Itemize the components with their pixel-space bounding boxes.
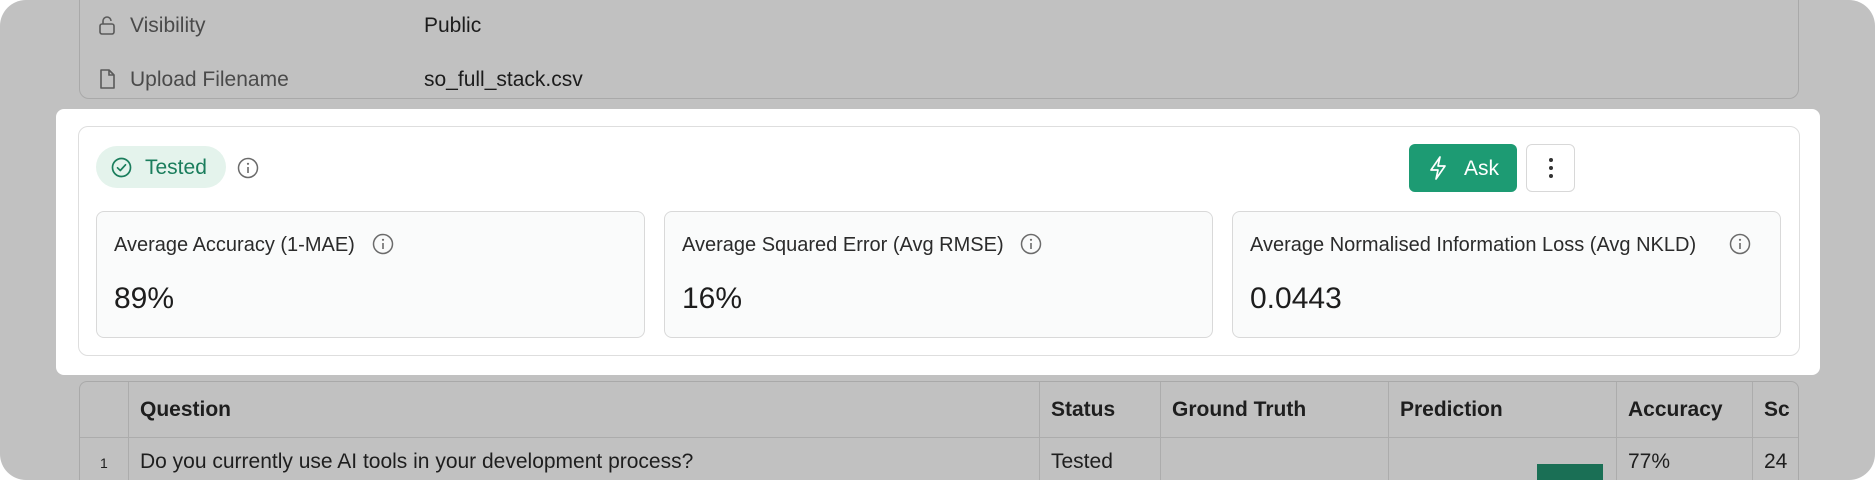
info-icon[interactable] xyxy=(237,157,259,179)
score-text: 24 xyxy=(1764,450,1788,473)
table-header-question[interactable]: Question xyxy=(129,382,1040,438)
column-label: Prediction xyxy=(1400,398,1503,421)
table-header-prediction[interactable]: Prediction xyxy=(1389,382,1617,438)
table-header-ground-truth[interactable]: Ground Truth xyxy=(1161,382,1389,438)
row-index: 1 xyxy=(100,455,108,471)
info-icon[interactable] xyxy=(1729,233,1751,255)
score-cell: 24 xyxy=(1753,438,1798,480)
ground-truth-cell xyxy=(1161,438,1389,480)
metric-value: 89% xyxy=(114,282,175,315)
table-header-status[interactable]: Status xyxy=(1040,382,1161,438)
prediction-cell xyxy=(1389,438,1617,480)
metric-label: Average Normalised Information Loss (Avg… xyxy=(1250,234,1697,256)
row-index-cell: 1 xyxy=(80,438,129,480)
metric-card-accuracy: Average Accuracy (1-MAE) 89% xyxy=(96,211,645,338)
question-text: Do you currently use AI tools in your de… xyxy=(140,450,694,473)
column-label: Status xyxy=(1051,398,1116,421)
ask-button[interactable]: Ask xyxy=(1409,144,1517,192)
info-icon[interactable] xyxy=(1020,233,1042,255)
lightning-icon xyxy=(1430,156,1446,180)
file-icon xyxy=(100,69,115,89)
column-label: Ground Truth xyxy=(1172,398,1307,421)
metric-value: 0.0443 xyxy=(1250,282,1342,315)
lock-icon xyxy=(99,16,115,35)
column-label: Sc xyxy=(1764,398,1790,421)
status-cell: Tested xyxy=(1040,438,1161,480)
more-options-button[interactable] xyxy=(1526,144,1575,192)
table-header-accuracy[interactable]: Accuracy xyxy=(1617,382,1753,438)
metric-label: Average Squared Error (Avg RMSE) xyxy=(682,234,1004,256)
dataset-details-card: Visibility Public Upload Filename so_ful… xyxy=(79,0,1799,99)
metric-card-nkld: Average Normalised Information Loss (Avg… xyxy=(1232,211,1781,338)
visibility-label: Visibility xyxy=(130,14,206,37)
status-text: Tested xyxy=(1051,450,1113,473)
status-badge: Tested xyxy=(96,146,226,188)
question-cell[interactable]: Do you currently use AI tools in your de… xyxy=(129,438,1040,480)
accuracy-cell: 77% xyxy=(1617,438,1753,480)
prediction-bar xyxy=(1537,464,1603,480)
check-circle-icon xyxy=(111,157,132,178)
accuracy-text: 77% xyxy=(1628,450,1671,473)
filename-value: so_full_stack.csv xyxy=(424,68,583,91)
visibility-value: Public xyxy=(424,14,482,37)
info-icon[interactable] xyxy=(372,233,394,255)
table-header-index xyxy=(80,382,129,438)
more-vertical-icon xyxy=(1549,158,1553,178)
filename-label: Upload Filename xyxy=(130,68,289,91)
status-badge-label: Tested xyxy=(145,156,207,179)
metric-label: Average Accuracy (1-MAE) xyxy=(114,234,355,256)
metric-value: 16% xyxy=(682,282,743,315)
highlighted-panel: Tested Ask Average Accuracy (1-MAE) 89% … xyxy=(56,109,1820,375)
app-frame: Visibility Public Upload Filename so_ful… xyxy=(0,0,1875,480)
column-label: Question xyxy=(140,398,232,421)
results-table: Question Status Ground Truth Prediction … xyxy=(79,381,1799,480)
metric-card-rmse: Average Squared Error (Avg RMSE) 16% xyxy=(664,211,1213,338)
column-label: Accuracy xyxy=(1628,398,1723,421)
test-results-card: Tested Ask Average Accuracy (1-MAE) 89% … xyxy=(78,126,1800,356)
table-header-score[interactable]: Sc xyxy=(1753,382,1798,438)
ask-button-label: Ask xyxy=(1464,157,1500,180)
